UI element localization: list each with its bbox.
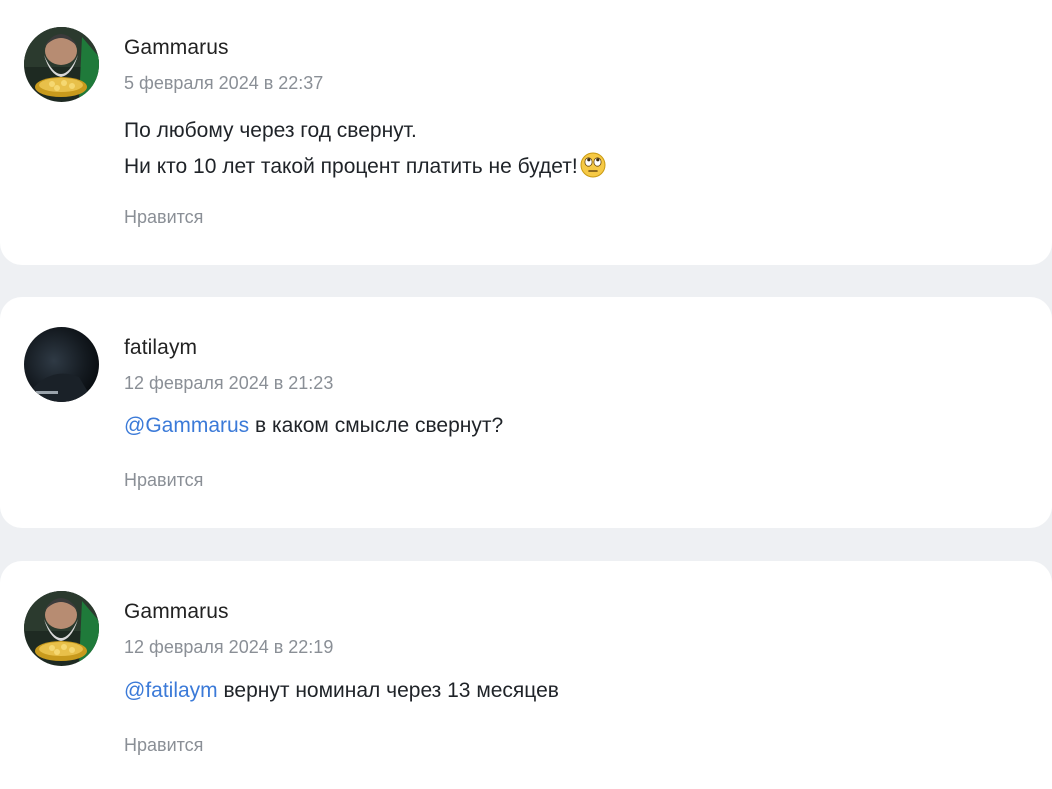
comment-card: fatilaym 12 февраля 2024 в 21:23 @Gammar… [0, 297, 1052, 528]
comment-card: Gammarus 12 февраля 2024 в 22:19 @fatila… [0, 561, 1052, 789]
comments-feed: Gammarus 5 февраля 2024 в 22:37 По любом… [0, 0, 1052, 789]
dark-photo-avatar-icon [24, 327, 99, 402]
comment-text: По любому через год свернут. Ни кто 10 л… [124, 113, 606, 185]
comment-card: Gammarus 5 февраля 2024 в 22:37 По любом… [0, 0, 1052, 265]
user-mention[interactable]: @fatilaym [124, 679, 218, 702]
comment-text: @fatilaym вернут номинал через 13 месяце… [124, 673, 559, 709]
comment-line: Ни кто 10 лет такой процент платить не б… [124, 149, 606, 185]
like-button[interactable]: Нравится [124, 735, 203, 756]
like-button[interactable]: Нравится [124, 207, 203, 228]
face-with-rolling-eyes-icon [580, 152, 606, 178]
comment-line: @Gammarus в каком смысле свернут? [124, 408, 503, 444]
like-button[interactable]: Нравится [124, 470, 203, 491]
user-avatar-fatilaym[interactable] [24, 327, 99, 402]
comment-line-text: вернут номинал через 13 месяцев [217, 679, 559, 702]
user-mention[interactable]: @Gammarus [124, 414, 249, 437]
comment-date: 12 февраля 2024 в 21:23 [124, 373, 334, 393]
comment-author[interactable]: Gammarus [124, 36, 229, 60]
gnome-with-gold-avatar-icon [24, 591, 99, 666]
gnome-with-gold-avatar-icon [24, 27, 99, 102]
comment-date: 5 февраля 2024 в 22:37 [124, 73, 324, 93]
comment-line-text: Ни кто 10 лет такой процент платить не б… [124, 155, 578, 178]
user-avatar-gammarus[interactable] [24, 591, 99, 666]
comment-text: @Gammarus в каком смысле свернут? [124, 408, 503, 444]
comment-date: 12 февраля 2024 в 22:19 [124, 637, 334, 657]
user-avatar-gammarus[interactable] [24, 27, 99, 102]
comment-line: По любому через год свернут. [124, 119, 417, 142]
comment-line-text: в каком смысле свернут? [249, 414, 504, 437]
comment-author[interactable]: fatilaym [124, 336, 197, 360]
comment-author[interactable]: Gammarus [124, 600, 229, 624]
comment-line: @fatilaym вернут номинал через 13 месяце… [124, 673, 559, 709]
